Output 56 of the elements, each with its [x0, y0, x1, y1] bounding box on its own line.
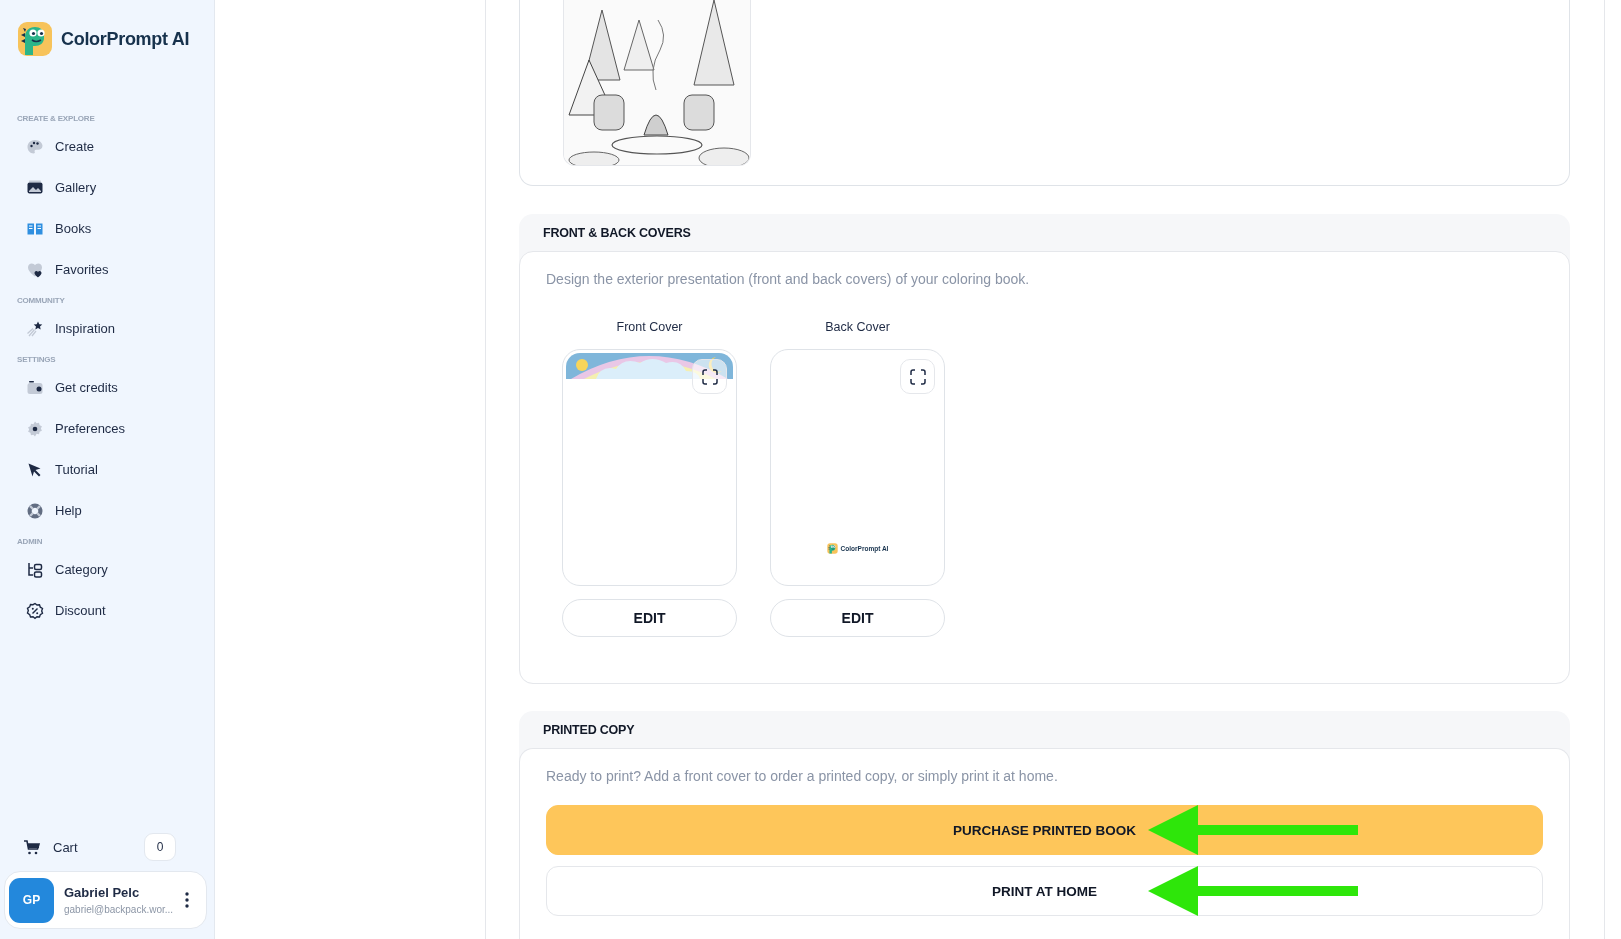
- print-button[interactable]: PRINT AT HOME: [546, 866, 1543, 916]
- nav-label: Discount: [55, 603, 106, 618]
- user-card[interactable]: GP Gabriel Pelc gabriel@backpack.wor...: [4, 871, 207, 929]
- nav-section-title: ADMIN: [16, 536, 44, 548]
- cart-icon: [23, 838, 41, 856]
- nav-label: Help: [55, 503, 82, 518]
- nav-item[interactable]: Books: [0, 208, 214, 249]
- nav-item[interactable]: Tutorial: [0, 449, 214, 490]
- app-name: ColorPrompt AI: [61, 29, 190, 50]
- expand-icon: [909, 368, 926, 385]
- user-avatar: GP: [9, 877, 54, 923]
- cart-link[interactable]: Cart: [53, 839, 132, 855]
- section-title: PRINTED COPY: [543, 722, 635, 737]
- discount-icon: [26, 601, 44, 620]
- nav-item[interactable]: Category: [0, 549, 214, 590]
- expand-button[interactable]: [900, 359, 935, 394]
- category-tree-icon: [26, 560, 44, 579]
- edit-button[interactable]: EDIT: [562, 599, 737, 637]
- nav-label: Tutorial: [55, 462, 98, 477]
- cover-label: Back Cover: [825, 320, 890, 334]
- expand-button[interactable]: [692, 359, 727, 394]
- nav-item[interactable]: Get credits: [0, 367, 214, 408]
- edit-button[interactable]: EDIT: [770, 599, 945, 637]
- nav-item[interactable]: Gallery: [0, 167, 214, 208]
- nav-section-title: SETTINGS: [16, 354, 57, 366]
- nav-item[interactable]: Create: [0, 126, 214, 167]
- cart-count: 0: [144, 833, 176, 861]
- section-description: Ready to print? Add a front cover to order a printed copy, or simply print it at home.: [546, 768, 1059, 784]
- nav-item[interactable]: Favorites: [0, 249, 214, 290]
- nav-label: Gallery: [55, 180, 97, 195]
- cover-label: Front Cover: [616, 320, 683, 334]
- purchase-button[interactable]: PURCHASE PRINTED BOOK: [546, 805, 1543, 855]
- nav-label: Books: [55, 221, 92, 236]
- gear-icon: [26, 419, 44, 438]
- expand-icon: [701, 368, 718, 385]
- nav-item[interactable]: Inspiration: [0, 308, 214, 349]
- wallet-icon: [26, 378, 44, 397]
- nav-item[interactable]: Help: [0, 490, 214, 531]
- nav-label: Get credits: [55, 380, 118, 395]
- nav-section-title: CREATE & EXPLORE: [16, 113, 96, 125]
- nav-item[interactable]: Preferences: [0, 408, 214, 449]
- dinosaur-logo-icon: [826, 543, 838, 554]
- nav-label: Inspiration: [55, 321, 115, 336]
- nav-section-title: COMMUNITY: [16, 295, 66, 307]
- nav-label: Preferences: [55, 421, 126, 436]
- nav-label: Category: [55, 562, 108, 577]
- dinosaur-logo-icon: [17, 21, 53, 57]
- section-description: Design the exterior presentation (front and back covers) of your coloring book.: [546, 271, 1031, 287]
- nav-label: Favorites: [55, 262, 109, 277]
- section-title: FRONT & BACK COVERS: [543, 225, 691, 240]
- palette-icon: [26, 137, 44, 156]
- image-icon: [26, 178, 44, 197]
- lifebuoy-icon: [26, 501, 44, 520]
- user-name: Gabriel Pelc: [64, 885, 141, 900]
- nav-item[interactable]: Discount: [0, 590, 214, 631]
- nav-label: Create: [55, 139, 95, 154]
